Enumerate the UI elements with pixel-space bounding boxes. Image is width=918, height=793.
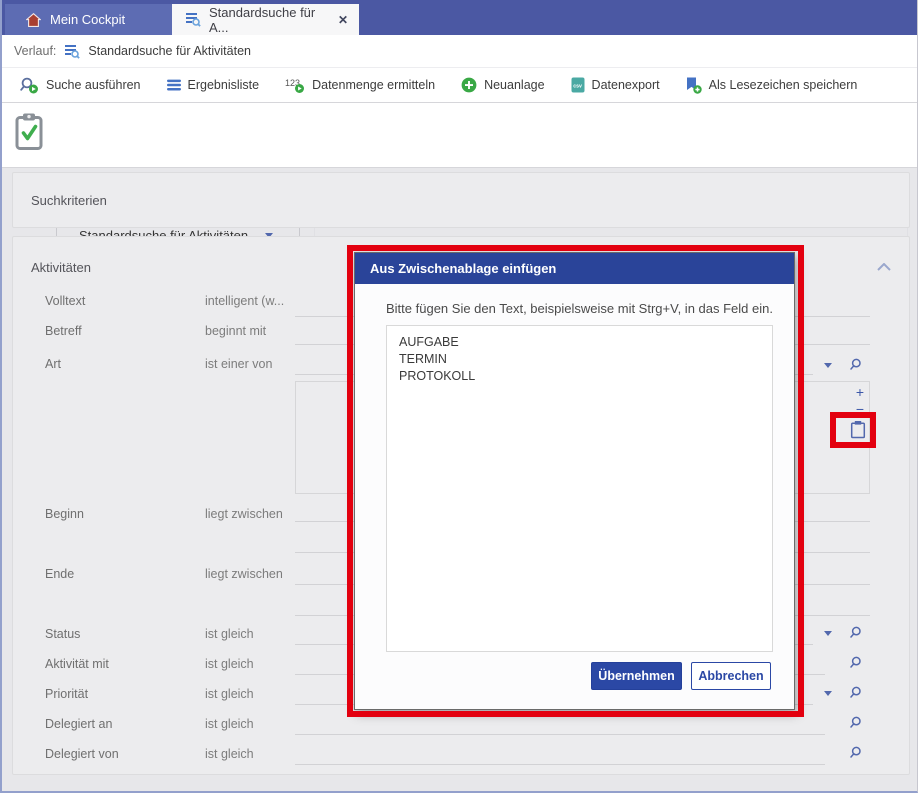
search-icon[interactable] <box>849 656 862 669</box>
search-icon[interactable] <box>849 746 862 759</box>
highlight-frame-dialog <box>347 245 804 717</box>
field-label-prioritaet: Priorität <box>45 687 88 701</box>
add-value-button[interactable]: + <box>853 385 867 399</box>
result-list-icon <box>167 79 181 91</box>
field-label-volltext: Volltext <box>45 294 85 308</box>
chevron-up-icon[interactable] <box>877 263 891 271</box>
add-circle-icon <box>461 77 477 93</box>
field-operator-art: ist einer von <box>205 357 272 371</box>
search-list-icon <box>64 44 80 59</box>
field-operator-prioritaet: ist gleich <box>205 687 254 701</box>
input-delegiert-an[interactable] <box>295 734 825 735</box>
field-label-art: Art <box>45 357 61 371</box>
result-list-button[interactable]: Ergebnisliste <box>154 68 273 102</box>
home-icon <box>26 13 41 27</box>
close-icon[interactable]: ✕ <box>338 13 348 27</box>
history-bar: Verlauf: Standardsuche für Aktivitäten <box>2 35 917 68</box>
toolbar-label: Datenmenge ermitteln <box>312 78 435 92</box>
bookmark-add-icon <box>686 77 702 94</box>
search-icon[interactable] <box>849 358 862 371</box>
search-picker-row: Suche auswählen Standardsuche für Aktivi… <box>2 103 917 168</box>
section-title: Aktivitäten <box>31 260 91 275</box>
clipboard-check-icon <box>14 112 44 152</box>
input-delegiert-von[interactable] <box>295 764 825 765</box>
field-label-aktivitaet-mit: Aktivität mit <box>45 657 109 671</box>
new-record-button[interactable]: Neuanlage <box>448 68 557 102</box>
field-label-status: Status <box>45 627 80 641</box>
field-operator-beginn: liegt zwischen <box>205 507 283 521</box>
toolbar-label: Als Lesezeichen speichern <box>709 78 858 92</box>
search-list-icon <box>185 12 201 27</box>
app-window: Mein Cockpit Standardsuche für A... ✕ Ve… <box>0 0 918 793</box>
toolbar-label: Neuanlage <box>484 78 544 92</box>
save-bookmark-button[interactable]: Als Lesezeichen speichern <box>673 68 871 102</box>
csv-export-icon: csv <box>571 77 585 93</box>
field-operator-aktivitaet-mit: ist gleich <box>205 657 254 671</box>
search-icon[interactable] <box>849 626 862 639</box>
section-suchkriterien: Suchkriterien <box>12 172 910 228</box>
history-entry[interactable]: Standardsuche für Aktivitäten <box>88 44 251 58</box>
field-operator-ende: liegt zwischen <box>205 567 283 581</box>
count-123-icon: 123 <box>285 77 305 94</box>
tab-label: Mein Cockpit <box>50 12 125 27</box>
svg-text:csv: csv <box>573 84 582 90</box>
toolbar-label: Datenexport <box>592 78 660 92</box>
tab-standardsuche[interactable]: Standardsuche für A... ✕ <box>172 4 359 35</box>
field-operator-status: ist gleich <box>205 627 254 641</box>
tab-label: Standardsuche für A... <box>209 5 330 35</box>
tab-bar: Mein Cockpit Standardsuche für A... ✕ <box>2 0 917 35</box>
field-operator-betreff: beginnt mit <box>205 324 266 338</box>
action-toolbar: Suche ausführen Ergebnisliste 123 Datenm… <box>2 68 917 103</box>
data-export-button[interactable]: csv Datenexport <box>558 68 673 102</box>
field-operator-delegiert-an: ist gleich <box>205 717 254 731</box>
search-run-icon <box>20 77 39 94</box>
tab-mein-cockpit[interactable]: Mein Cockpit <box>5 4 172 35</box>
field-operator-volltext: intelligent (w... <box>205 294 284 308</box>
history-label: Verlauf: <box>14 44 56 58</box>
count-records-button[interactable]: 123 Datenmenge ermitteln <box>272 68 448 102</box>
run-search-button[interactable]: Suche ausführen <box>7 68 154 102</box>
chevron-down-icon[interactable] <box>824 631 832 636</box>
field-label-ende: Ende <box>45 567 74 581</box>
section-title: Suchkriterien <box>31 193 107 208</box>
field-label-beginn: Beginn <box>45 507 84 521</box>
field-label-betreff: Betreff <box>45 324 82 338</box>
highlight-frame-clipboard-button <box>830 412 876 448</box>
toolbar-label: Suche ausführen <box>46 78 141 92</box>
field-label-delegiert-von: Delegiert von <box>45 747 119 761</box>
chevron-down-icon[interactable] <box>824 691 832 696</box>
field-operator-delegiert-von: ist gleich <box>205 747 254 761</box>
search-icon[interactable] <box>849 716 862 729</box>
chevron-down-icon[interactable] <box>824 363 832 368</box>
field-label-delegiert-an: Delegiert an <box>45 717 112 731</box>
toolbar-label: Ergebnisliste <box>188 78 260 92</box>
search-icon[interactable] <box>849 686 862 699</box>
